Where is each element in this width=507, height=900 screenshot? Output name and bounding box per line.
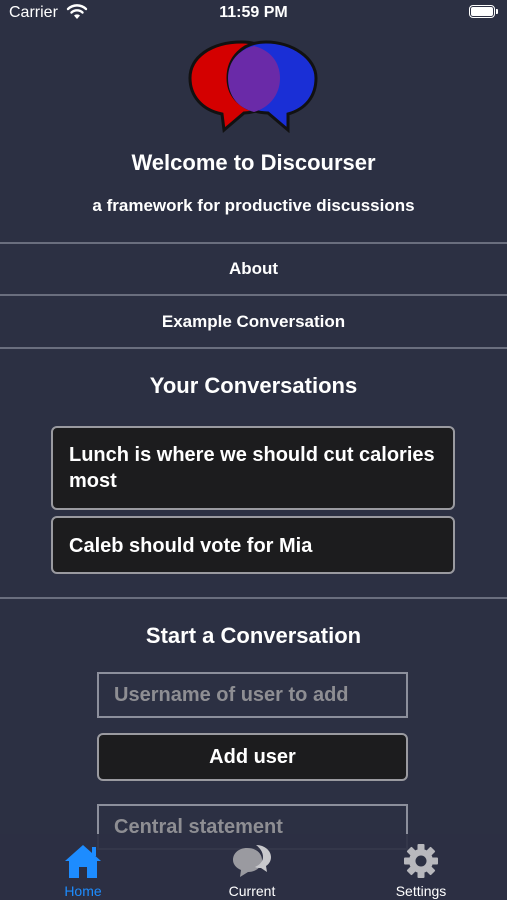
conversation-label: Caleb should vote for Mia — [69, 535, 313, 557]
tab-settings[interactable]: Settings — [366, 834, 476, 900]
example-conversation-button[interactable]: Example Conversation — [0, 297, 507, 347]
divider — [0, 597, 507, 599]
home-screen: Carrier 11:59 PM Welcome to Discourser a… — [0, 0, 507, 900]
tab-home[interactable]: Home — [28, 834, 138, 900]
start-conversation-heading: Start a Conversation — [145, 623, 362, 648]
home-icon — [65, 845, 101, 878]
divider — [0, 294, 507, 296]
gear-icon — [404, 844, 438, 878]
conversation-label: Lunch is where we should cut calories mo… — [69, 444, 435, 492]
chat-bubbles-icon — [233, 845, 271, 877]
about-button[interactable]: About — [0, 244, 507, 294]
conversations-heading: Your Conversations — [149, 373, 358, 398]
tab-current-label: Current — [228, 883, 276, 899]
username-input[interactable] — [97, 672, 408, 718]
page-subtitle: a framework for productive discussions — [92, 196, 415, 215]
clock: 11:59 PM — [219, 4, 288, 21]
battery-icon — [469, 5, 498, 18]
tab-bar: Home Current Settings — [0, 834, 507, 900]
add-user-button[interactable]: Add user — [97, 733, 408, 781]
tab-current[interactable]: Current — [197, 834, 307, 900]
conversation-item[interactable]: Lunch is where we should cut calories mo… — [51, 426, 455, 510]
tab-home-label: Home — [64, 883, 102, 899]
page-title: Welcome to Discourser — [131, 150, 376, 175]
status-bar: Carrier 11:59 PM — [0, 0, 507, 26]
divider — [0, 347, 507, 349]
speech-bubbles-logo — [188, 40, 318, 133]
conversation-item[interactable]: Caleb should vote for Mia — [51, 516, 455, 574]
tab-settings-label: Settings — [395, 883, 447, 899]
